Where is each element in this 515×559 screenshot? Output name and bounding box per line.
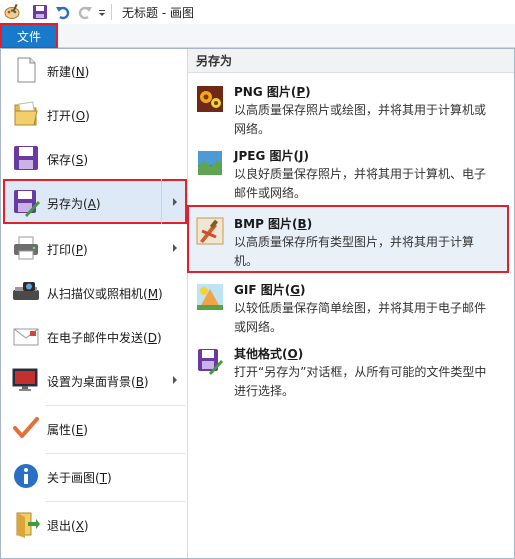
menu-item-save-as[interactable]: 另存为(A) — [3, 181, 185, 225]
save-as-jpeg[interactable]: JPEG 图片(J) 以良好质量保存照片，并将其用于计算机、电子邮件或网络。 — [188, 143, 514, 203]
save-as-bmp[interactable]: BMP 图片(B) 以高质量保存所有类型图片，并将其用于计算机。 — [188, 211, 514, 269]
open-folder-icon — [11, 99, 41, 129]
menu-item-properties[interactable]: 属性(E) — [3, 407, 185, 451]
png-image-icon — [196, 85, 224, 113]
file-tab[interactable]: 文件 — [0, 23, 58, 49]
ribbon-tab-bar: 文件 — [0, 23, 515, 49]
paint-app-icon[interactable] — [4, 3, 20, 20]
scanner-icon — [11, 277, 41, 307]
save-as-header: 另存为 — [188, 49, 514, 73]
file-menu: 新建(N) 打开(O) 保存(S) 另存为(A) 打印(P) 从扫描仪或照相机(… — [0, 48, 515, 559]
checkmark-icon — [11, 413, 41, 443]
title-bar: 无标题 - 画图 — [0, 0, 515, 24]
other-formats-icon — [196, 347, 224, 375]
submenu-arrow-icon — [173, 198, 177, 206]
menu-item-save[interactable]: 保存(S) — [3, 137, 185, 181]
menu-item-exit[interactable]: 退出(X) — [3, 503, 185, 547]
menu-item-about[interactable]: 关于画图(T) — [3, 455, 185, 499]
title-separator — [111, 4, 112, 20]
submenu-arrow-icon — [173, 244, 177, 252]
bmp-image-icon — [196, 217, 224, 245]
redo-icon[interactable] — [77, 4, 93, 20]
jpeg-image-icon — [196, 149, 224, 177]
undo-icon[interactable] — [55, 4, 71, 20]
new-document-icon — [11, 55, 41, 85]
save-as-gif[interactable]: GIF 图片(G) 以较低质量保存简单绘图，并将其用于电子邮件或网络。 — [188, 277, 514, 337]
save-as-other-formats[interactable]: 其他格式(O) 打开“另存为”对话框，从所有可能的文件类型中进行选择。 — [188, 341, 514, 401]
menu-item-print[interactable]: 打印(P) — [3, 227, 185, 271]
menu-item-scanner[interactable]: 从扫描仪或照相机(M) — [3, 271, 185, 315]
split-divider — [161, 179, 162, 224]
desktop-background-icon — [11, 365, 41, 395]
menu-item-email[interactable]: 在电子邮件中发送(D) — [3, 315, 185, 359]
menu-separator — [45, 405, 185, 406]
menu-separator — [45, 453, 185, 454]
save-quick-icon[interactable] — [32, 4, 48, 20]
email-icon — [11, 321, 41, 351]
save-as-panel: 另存为 PNG 图片(P) 以高质量保存照片或绘图，并将其用于计算机或网络。 J… — [188, 49, 514, 558]
exit-icon — [11, 509, 41, 539]
menu-separator — [45, 501, 185, 502]
info-icon — [11, 461, 41, 491]
save-as-icon — [11, 187, 41, 217]
customize-toolbar-icon[interactable] — [96, 4, 112, 20]
submenu-arrow-icon — [173, 376, 177, 384]
menu-item-open[interactable]: 打开(O) — [3, 93, 185, 137]
save-disk-icon — [11, 143, 41, 173]
menu-item-desktop-background[interactable]: 设置为桌面背景(B) — [3, 359, 185, 403]
gif-image-icon — [196, 283, 224, 311]
printer-icon — [11, 233, 41, 263]
menu-item-new[interactable]: 新建(N) — [3, 49, 185, 93]
file-menu-commands: 新建(N) 打开(O) 保存(S) 另存为(A) 打印(P) 从扫描仪或照相机(… — [1, 49, 187, 558]
save-as-png[interactable]: PNG 图片(P) 以高质量保存照片或绘图，并将其用于计算机或网络。 — [188, 79, 514, 139]
window-title: 无标题 - 画图 — [122, 6, 194, 20]
